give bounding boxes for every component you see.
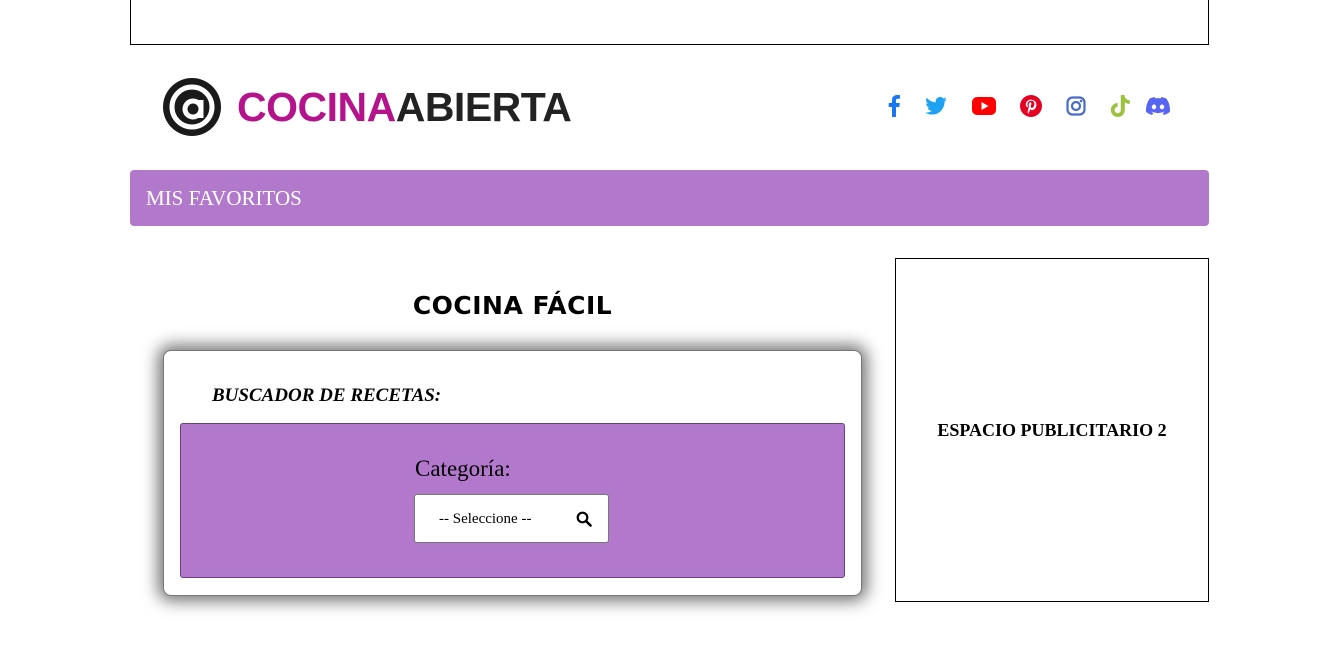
top-ad-banner bbox=[130, 0, 1209, 45]
page-title: COCINA FÁCIL bbox=[412, 291, 613, 320]
category-label: Categoría: bbox=[415, 456, 511, 481]
facebook-icon[interactable] bbox=[880, 93, 908, 119]
sidebar-ad-box: ESPACIO PUBLICITARIO 2 bbox=[895, 258, 1209, 602]
logo-mark-icon bbox=[163, 78, 221, 136]
youtube-icon[interactable] bbox=[964, 93, 1004, 119]
logo-text-cocina: COCINA bbox=[237, 83, 396, 130]
pinterest-icon[interactable] bbox=[1004, 93, 1058, 119]
site-logo[interactable]: COCINAABIERTA bbox=[163, 76, 572, 138]
search-icon[interactable] bbox=[576, 511, 592, 527]
search-panel: Categoría: -- Seleccione -- bbox=[180, 423, 845, 578]
instagram-icon[interactable] bbox=[1058, 93, 1094, 119]
category-select[interactable]: -- Seleccione -- bbox=[414, 494, 609, 543]
logo-text-abierta: ABIERTA bbox=[395, 83, 572, 130]
search-heading: BUSCADOR DE RECETAS: bbox=[212, 385, 442, 406]
nav-mis-favoritos[interactable]: MIS FAVORITOS bbox=[146, 186, 302, 211]
recipe-search-card: BUSCADOR DE RECETAS: Categoría: -- Selec… bbox=[163, 350, 862, 596]
social-links bbox=[880, 93, 1170, 119]
category-select-value: -- Seleccione -- bbox=[439, 511, 532, 527]
tiktok-icon[interactable] bbox=[1094, 93, 1146, 119]
twitter-icon[interactable] bbox=[908, 93, 964, 119]
ad-label: ESPACIO PUBLICITARIO 2 bbox=[937, 419, 1167, 440]
logo-text: COCINAABIERTA bbox=[237, 83, 572, 130]
discord-icon[interactable] bbox=[1146, 93, 1170, 119]
nav-bar: MIS FAVORITOS bbox=[130, 170, 1209, 226]
